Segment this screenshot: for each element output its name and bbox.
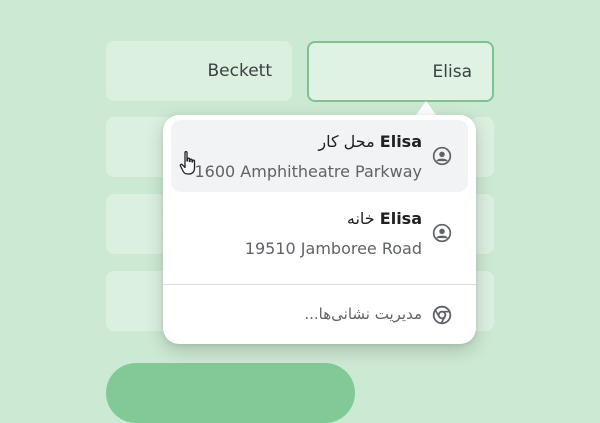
last-name-field[interactable]: Beckett — [106, 41, 292, 101]
suggestion-name: Elisa — [379, 209, 422, 228]
autofill-dropdown: Elisa محل کار 1600 Amphitheatre Parkway … — [163, 115, 476, 344]
chrome-icon — [432, 305, 452, 325]
dropdown-divider — [163, 284, 476, 285]
last-name-value: Beckett — [207, 61, 273, 81]
manage-addresses-label: مدیریت نشانی‌ها... — [304, 305, 422, 323]
suggestion-name: Elisa — [379, 132, 422, 151]
autofill-suggestion-work[interactable]: Elisa محل کار 1600 Amphitheatre Parkway — [171, 120, 468, 192]
suggestion-address: 19510 Jamboree Road — [244, 239, 422, 258]
suggestion-title: Elisa خانه — [347, 209, 422, 228]
dropdown-caret — [416, 101, 436, 115]
suggestion-label: محل کار — [318, 132, 375, 151]
suggestion-address: 1600 Amphitheatre Parkway — [194, 162, 422, 181]
submit-button[interactable] — [106, 363, 355, 423]
autofill-suggestion-home[interactable]: Elisa خانه 19510 Jamboree Road — [171, 197, 468, 269]
hand-pointer-cursor-icon — [179, 150, 196, 175]
suggestion-label: خانه — [346, 209, 375, 228]
person-icon — [432, 223, 452, 243]
person-icon — [432, 146, 452, 166]
manage-addresses-item[interactable]: مدیریت نشانی‌ها... — [171, 291, 468, 337]
first-name-value: Elisa — [432, 61, 472, 82]
first-name-field[interactable]: Elisa — [307, 41, 494, 102]
suggestion-title: Elisa محل کار — [318, 132, 422, 151]
